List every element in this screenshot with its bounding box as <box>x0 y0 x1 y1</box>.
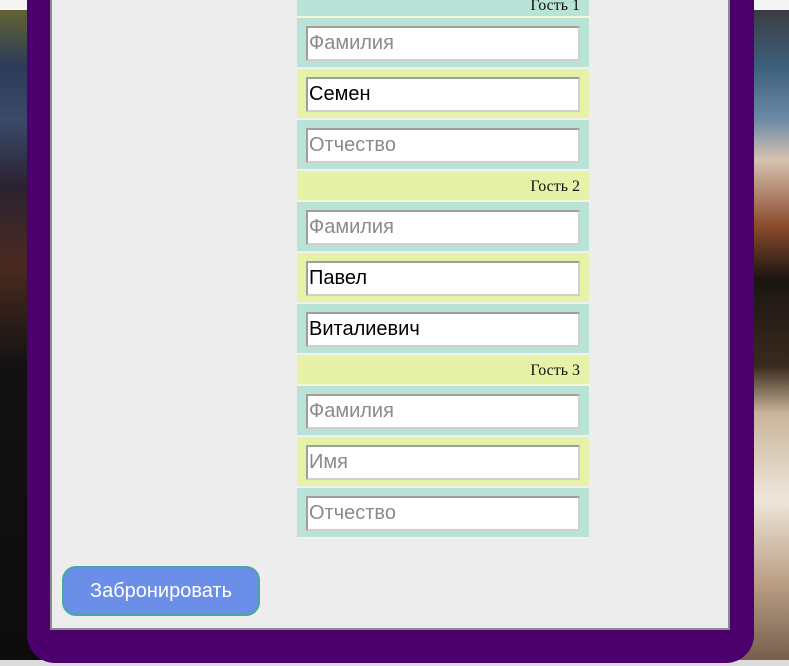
guest-label: Гость 1 <box>530 0 580 14</box>
name-row <box>297 437 589 488</box>
name-input[interactable] <box>306 77 580 112</box>
patronymic-row <box>297 488 589 539</box>
surname-input[interactable] <box>306 210 580 245</box>
surname-input[interactable] <box>306 394 580 429</box>
name-input[interactable] <box>306 445 580 480</box>
guest-header: Гость 1 <box>297 0 589 18</box>
surname-input[interactable] <box>306 26 580 61</box>
name-row <box>297 253 589 304</box>
patronymic-row <box>297 120 589 171</box>
surname-row <box>297 202 589 253</box>
surname-row <box>297 386 589 437</box>
patronymic-input[interactable] <box>306 312 580 347</box>
name-row <box>297 69 589 120</box>
booking-form-panel: Гость 1 Гость 2 Гость 3 <box>50 0 730 630</box>
guest-form: Гость 1 Гость 2 Гость 3 <box>297 0 589 539</box>
patronymic-row <box>297 304 589 355</box>
surname-row <box>297 18 589 69</box>
patronymic-input[interactable] <box>306 128 580 163</box>
guest-header: Гость 3 <box>297 355 589 386</box>
patronymic-input[interactable] <box>306 496 580 531</box>
name-input[interactable] <box>306 261 580 296</box>
guest-label: Гость 3 <box>530 362 580 379</box>
book-button[interactable]: Забронировать <box>62 566 260 616</box>
guest-header: Гость 2 <box>297 171 589 202</box>
guest-label: Гость 2 <box>530 178 580 195</box>
